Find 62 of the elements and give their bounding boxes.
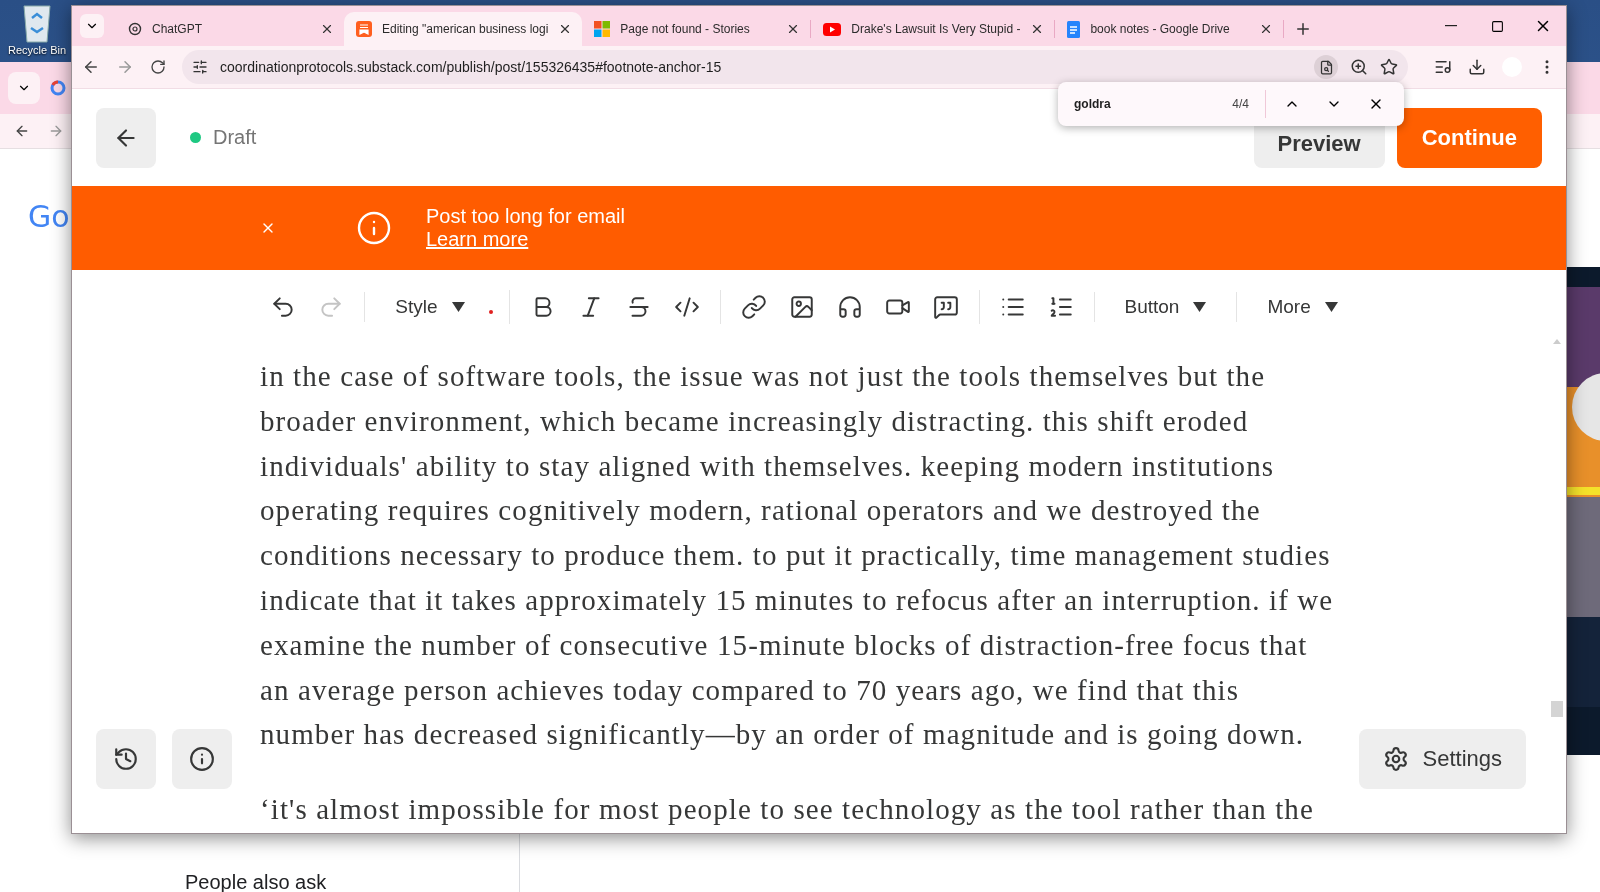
history-icon bbox=[113, 746, 139, 772]
paragraph: ‘it's almost impossible for most people to see technology as the tool rather than the bbox=[260, 792, 1315, 828]
media-icon[interactable] bbox=[1434, 58, 1452, 76]
browser-tab[interactable]: book notes - Google Drive bbox=[1055, 12, 1284, 46]
quote-bubble-icon bbox=[932, 294, 959, 320]
desktop-icon-label: Recycle Bin bbox=[7, 44, 67, 56]
tab-title: ChatGPT bbox=[152, 22, 203, 36]
match-count: 4/4 bbox=[1232, 90, 1266, 118]
paragraph: in the case of software tools, the issue was not just the tools themselves but the broader environment, which became increasingly distracting. this shift eroded individuals' ability to stay aligned with themselves. keeping modern institutions operating requires cognitively modern, rational operators and we destroyed the conditions necessary to produce them. to put it practically, time management studies indicate that it takes approximately 15 minutes to refocus after an interruption. if we examine the number of consecutive 15-minute blocks of distraction-free focus that an average person achieves today compared to 70 years ago, we find that this number has decreased significantly—by an order of magnitude and is going down. bbox=[260, 359, 1335, 753]
browser-tab[interactable]: Drake's Lawsuit Is Very Stupid - bbox=[811, 12, 1055, 46]
caret-icon bbox=[1324, 302, 1338, 312]
back-icon[interactable] bbox=[82, 58, 100, 76]
site-info-icon[interactable] bbox=[192, 59, 208, 75]
download-icon[interactable] bbox=[1468, 58, 1486, 76]
info-button[interactable] bbox=[172, 729, 232, 789]
history-button[interactable] bbox=[96, 729, 156, 789]
scrollbar-thumb[interactable] bbox=[1551, 701, 1563, 717]
caret-icon bbox=[1193, 302, 1207, 312]
search-logo: Go bbox=[28, 199, 70, 234]
draft-status: Draft bbox=[213, 126, 257, 149]
zoom-icon[interactable] bbox=[1350, 58, 1368, 76]
reload-icon[interactable] bbox=[150, 59, 166, 75]
forward-icon[interactable] bbox=[48, 123, 64, 139]
tab-title: book notes - Google Drive bbox=[1090, 22, 1231, 36]
browser-tab[interactable]: Editing "american business logi bbox=[344, 12, 583, 46]
address-bar[interactable]: coordinationprotocols.substack.com/publish/post/155326435#footnote-anchor-15 bbox=[182, 50, 1408, 84]
bookmark-icon bbox=[356, 21, 372, 37]
play-icon bbox=[823, 22, 842, 36]
four-squares-icon bbox=[594, 21, 611, 37]
browser-tab[interactable]: Page not found - Stories bbox=[582, 12, 811, 46]
document-icon bbox=[1067, 20, 1081, 38]
bookmark-star-icon[interactable] bbox=[1380, 58, 1398, 76]
link-icon bbox=[740, 294, 767, 320]
caret-icon bbox=[451, 302, 465, 312]
reader-mode-button[interactable] bbox=[1314, 55, 1338, 79]
tab-title: Drake's Lawsuit Is Very Stupid - bbox=[851, 22, 1021, 36]
tab-title: Page not found - Stories bbox=[620, 22, 751, 36]
code-icon bbox=[673, 294, 700, 320]
logo-icon bbox=[50, 80, 66, 96]
knot-icon bbox=[128, 22, 142, 36]
settings-icon bbox=[1382, 746, 1409, 772]
info-icon bbox=[356, 210, 392, 246]
minimize-icon bbox=[1445, 25, 1457, 27]
headphones-icon bbox=[836, 294, 863, 320]
banner-message: Post too long for email bbox=[426, 205, 625, 228]
image-icon bbox=[788, 294, 815, 320]
browser-tab[interactable]: ChatGPT bbox=[116, 12, 344, 46]
status-dot bbox=[190, 132, 201, 143]
settings-button[interactable]: Settings bbox=[1358, 729, 1526, 789]
back-button[interactable] bbox=[96, 107, 156, 168]
document-search-icon bbox=[1318, 59, 1334, 75]
url-text: coordinationprotocols.substack.com/publish/post/155326435#footnote-anchor-15 bbox=[220, 59, 723, 75]
tab-title: Editing "american business logi bbox=[382, 22, 549, 36]
info-icon bbox=[189, 746, 215, 772]
find-query[interactable]: goldra bbox=[1074, 97, 1233, 111]
dropdown-button[interactable]: Style bbox=[381, 292, 479, 322]
close-icon[interactable] bbox=[320, 22, 334, 36]
dropdown-button[interactable]: Button bbox=[1110, 292, 1221, 322]
maximize-icon bbox=[1490, 19, 1504, 33]
tab-list-button[interactable] bbox=[80, 14, 104, 38]
dropdown-button[interactable]: More bbox=[1253, 292, 1352, 322]
back-icon[interactable] bbox=[14, 123, 30, 139]
